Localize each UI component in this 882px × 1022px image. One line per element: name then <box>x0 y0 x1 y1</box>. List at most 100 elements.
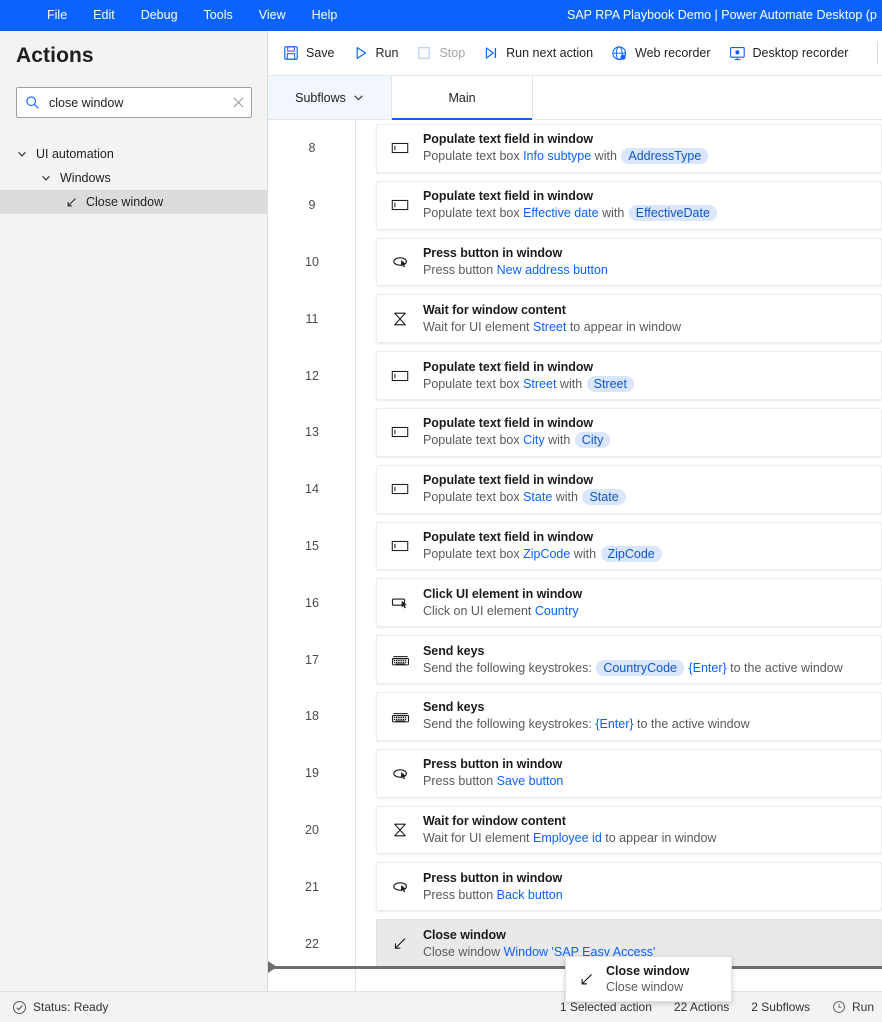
action-row[interactable]: 16 Click UI element in window Click on UI … <box>268 574 882 631</box>
tree-item-close-window[interactable]: Close window <box>0 190 268 214</box>
action-card[interactable]: Populate text field in window Populate te… <box>376 521 882 571</box>
close-window-icon <box>377 934 423 954</box>
tab-main[interactable]: Main <box>392 76 532 120</box>
action-param-link[interactable]: Save button <box>497 774 564 788</box>
action-text: with <box>598 206 628 221</box>
action-card[interactable]: Populate text field in window Populate te… <box>376 464 882 514</box>
action-param-link[interactable]: Country <box>535 604 579 618</box>
action-text: Send the following keystrokes: <box>423 660 596 675</box>
action-row-indent <box>356 404 376 461</box>
action-card[interactable]: Click UI element in window Click on UI el… <box>376 578 882 628</box>
action-param-link[interactable]: Street <box>533 320 566 334</box>
action-row[interactable]: 19 Press button in window Press button Sav… <box>268 745 882 802</box>
action-row[interactable]: 12 Populate text field in window Populate … <box>268 347 882 404</box>
press-button-icon <box>377 763 423 784</box>
action-card[interactable]: Populate text field in window Populate te… <box>376 124 882 173</box>
menu-item-view[interactable]: View <box>246 0 299 31</box>
save-button[interactable]: Save <box>274 37 344 69</box>
action-text: Click on UI element <box>423 603 535 618</box>
actions-search-box[interactable] <box>16 87 252 118</box>
menu-item-file[interactable]: File <box>34 0 80 31</box>
action-row[interactable]: 21 Press button in window Press button Bac… <box>268 858 882 915</box>
action-param-link[interactable]: State <box>523 490 552 504</box>
action-row-indent <box>356 858 376 915</box>
action-variable-pill[interactable]: AddressType <box>621 148 709 165</box>
selected-actions-count: 1 Selected action <box>559 1000 652 1014</box>
action-row[interactable]: 13 Populate text field in window Populate … <box>268 404 882 461</box>
menu-item-debug[interactable]: Debug <box>128 0 191 31</box>
action-card[interactable]: Press button in window Press button Back … <box>376 862 882 912</box>
actions-count: 22 Actions <box>673 1000 730 1014</box>
action-card-text: Press button in window Press button Save … <box>423 756 881 790</box>
action-param-link[interactable]: City <box>523 433 545 447</box>
stop-button-label: Stop <box>439 46 466 60</box>
chevron-down-icon <box>38 173 54 183</box>
action-variable-pill[interactable]: EffectiveDate <box>628 205 717 222</box>
action-variable-pill[interactable]: Street <box>586 375 634 392</box>
close-icon[interactable] <box>225 88 251 117</box>
action-row[interactable]: 9 Populate text field in window Populate t… <box>268 177 882 234</box>
actions-tree: UI automation Windows Close window <box>0 142 268 214</box>
action-description: Send the following keystrokes: CountryCo… <box>423 659 871 677</box>
action-text: Wait for UI element <box>423 319 533 334</box>
action-row[interactable]: 20 Wait for window content Wait for UI ele… <box>268 802 882 859</box>
run-next-action-button[interactable]: Run next action <box>474 37 602 69</box>
tree-item-ui-automation[interactable]: UI automation <box>0 142 268 166</box>
action-param-link[interactable]: Employee id <box>533 831 602 845</box>
search-input[interactable] <box>40 94 225 111</box>
action-variable-pill[interactable]: State <box>582 489 626 506</box>
action-card[interactable]: Send keys Send the following keystrokes: … <box>376 635 882 684</box>
action-card[interactable]: Press button in window Press button Save … <box>376 748 882 798</box>
action-card[interactable]: Send keys Send the following keystrokes: … <box>376 691 882 741</box>
menu-item-edit[interactable]: Edit <box>80 0 128 31</box>
action-card-text: Send keys Send the following keystrokes: … <box>423 643 881 677</box>
action-param-link[interactable]: ZipCode <box>523 547 570 561</box>
action-card[interactable]: Wait for window content Wait for UI eleme… <box>376 294 882 344</box>
action-row-indent <box>356 461 376 518</box>
action-param-link[interactable]: Street <box>523 377 556 391</box>
action-row[interactable]: 11 Wait for window content Wait for UI ele… <box>268 290 882 347</box>
action-title: Send keys <box>423 700 485 715</box>
action-title: Populate text field in window <box>423 473 594 488</box>
action-param-link[interactable]: Effective date <box>523 206 599 220</box>
stop-button[interactable]: Stop <box>407 37 474 69</box>
action-row[interactable]: 18 Send keys Send the following keystrokes… <box>268 688 882 745</box>
action-param-link[interactable]: New address button <box>497 263 608 277</box>
web-recorder-button[interactable]: Web recorder <box>602 37 720 69</box>
action-row-number: 12 <box>305 368 319 383</box>
action-row[interactable]: 8 Populate text field in window Populate t… <box>268 120 882 177</box>
tree-item-windows[interactable]: Windows <box>0 166 268 190</box>
action-card[interactable]: Wait for window content Wait for UI eleme… <box>376 805 882 855</box>
keyboard-icon <box>377 649 423 670</box>
action-text: with <box>544 433 574 448</box>
action-row[interactable]: 14 Populate text field in window Populate … <box>268 461 882 518</box>
action-row[interactable]: 15 Populate text field in window Populate … <box>268 518 882 575</box>
flow-canvas[interactable]: 8 Populate text field in window Populate t… <box>268 120 882 991</box>
action-card[interactable]: Populate text field in window Populate te… <box>376 407 882 457</box>
action-variable-pill[interactable]: CountryCode <box>596 659 684 676</box>
action-row-indent <box>356 915 376 972</box>
action-row[interactable]: 17 Send keys Send the following keystrokes… <box>268 631 882 688</box>
menu-item-tools[interactable]: Tools <box>191 0 246 31</box>
desktop-recorder-label: Desktop recorder <box>752 46 849 60</box>
tab-subflows[interactable]: Subflows <box>268 76 392 119</box>
action-param-link[interactable]: {Enter} <box>595 717 633 731</box>
action-variable-pill[interactable]: ZipCode <box>600 545 662 562</box>
action-param-link[interactable]: {Enter} <box>685 661 726 675</box>
action-card[interactable]: Populate text field in window Populate te… <box>376 351 882 400</box>
toolbar-divider <box>877 42 878 64</box>
action-param-link[interactable]: Back button <box>497 888 563 902</box>
action-description: Click on UI element Country <box>423 603 871 620</box>
action-row-number: 18 <box>305 709 319 724</box>
action-card[interactable]: Press button in window Press button New a… <box>376 237 882 287</box>
action-card[interactable]: Populate text field in window Populate te… <box>376 180 882 230</box>
play-icon <box>353 45 369 61</box>
action-param-link[interactable]: Info subtype <box>523 149 591 163</box>
action-row[interactable]: 10 Press button in window Press button New… <box>268 234 882 291</box>
menu-item-help[interactable]: Help <box>299 0 351 31</box>
desktop-recorder-button[interactable]: Desktop recorder <box>720 37 858 69</box>
save-button-label: Save <box>306 46 335 60</box>
run-button[interactable]: Run <box>344 37 408 69</box>
hourglass-icon <box>377 309 423 329</box>
action-variable-pill[interactable]: City <box>574 432 611 449</box>
